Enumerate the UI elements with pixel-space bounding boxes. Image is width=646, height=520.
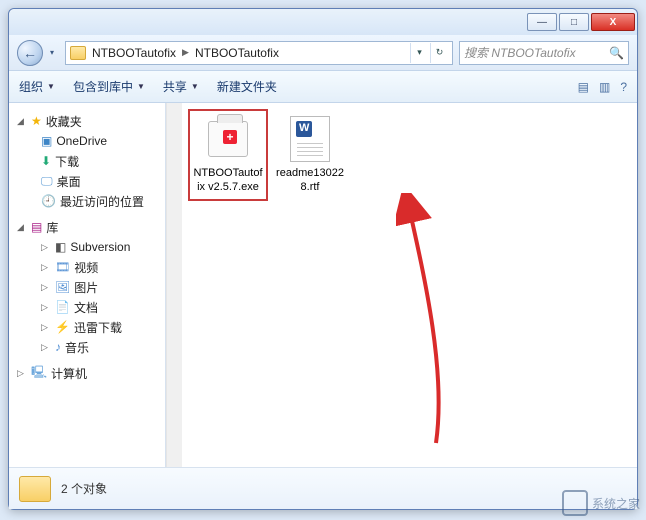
recent-icon: 🕘 bbox=[41, 194, 56, 208]
computer-icon: 🖳 bbox=[31, 363, 47, 384]
search-box[interactable]: 搜索 NTBOOTautofix 🔍 bbox=[459, 41, 629, 65]
chevron-down-icon: ▼ bbox=[191, 82, 199, 91]
onedrive-label: OneDrive bbox=[56, 134, 107, 148]
documents-label: 文档 bbox=[74, 299, 98, 316]
sidebar-music[interactable]: ▷ ♪ 音乐 bbox=[13, 337, 161, 357]
file-item-exe[interactable]: NTBOOTautofix v2.5.7.exe bbox=[190, 111, 266, 199]
status-folder-icon bbox=[19, 476, 51, 502]
organize-label: 组织 bbox=[19, 78, 43, 95]
nav-history-dropdown[interactable]: ▾ bbox=[45, 43, 59, 63]
exe-icon bbox=[204, 115, 252, 163]
subversion-label: Subversion bbox=[70, 240, 130, 254]
organize-menu[interactable]: 组织 ▼ bbox=[19, 78, 55, 95]
expand-icon[interactable]: ▷ bbox=[41, 342, 51, 353]
thunder-icon: ⚡ bbox=[55, 320, 70, 334]
sidebar-thunder[interactable]: ▷ ⚡ 迅雷下载 bbox=[13, 317, 161, 337]
rtf-icon bbox=[286, 115, 334, 163]
cloud-icon: ▣ bbox=[41, 134, 52, 148]
share-menu[interactable]: 共享 ▼ bbox=[163, 78, 199, 95]
new-folder-button[interactable]: 新建文件夹 bbox=[217, 78, 277, 95]
sidebar-downloads[interactable]: ⬇ 下载 bbox=[13, 151, 161, 171]
expand-icon[interactable]: ▷ bbox=[41, 242, 51, 253]
sidebar-libraries[interactable]: ◢ ▤ 库 bbox=[13, 217, 161, 237]
expand-icon[interactable]: ▷ bbox=[41, 282, 51, 293]
collapse-icon[interactable]: ◢ bbox=[17, 116, 27, 127]
chevron-down-icon: ▼ bbox=[47, 82, 55, 91]
toolbar: 组织 ▼ 包含到库中 ▼ 共享 ▼ 新建文件夹 ▤ ▥ ? bbox=[9, 71, 637, 103]
desktop-label: 桌面 bbox=[57, 173, 81, 190]
close-button[interactable]: X bbox=[591, 13, 635, 31]
address-row: ← ▾ NTBOOTautofix ▶ NTBOOTautofix ▾ ↻ 搜索… bbox=[9, 35, 637, 71]
status-bar: 2 个对象 bbox=[9, 467, 637, 509]
expand-icon[interactable]: ▷ bbox=[17, 368, 27, 379]
sidebar-pictures[interactable]: ▷ 🖼 图片 bbox=[13, 277, 161, 297]
search-placeholder: 搜索 NTBOOTautofix bbox=[464, 44, 605, 61]
include-label: 包含到库中 bbox=[73, 78, 133, 95]
file-label: NTBOOTautofix v2.5.7.exe bbox=[193, 167, 263, 195]
download-icon: ⬇ bbox=[41, 154, 51, 168]
music-label: 音乐 bbox=[65, 339, 89, 356]
help-button[interactable]: ? bbox=[620, 80, 627, 94]
file-item-rtf[interactable]: readme130228.rtf bbox=[272, 111, 348, 199]
expand-icon[interactable]: ▷ bbox=[41, 302, 51, 313]
titlebar: — □ X bbox=[9, 9, 637, 35]
computer-label: 计算机 bbox=[51, 365, 87, 382]
explorer-body: ◢ ★ 收藏夹 ▣ OneDrive ⬇ 下载 🖵 桌面 🕘 bbox=[9, 103, 637, 467]
sidebar-subversion[interactable]: ▷ ◧ Subversion bbox=[13, 237, 161, 257]
explorer-window: — □ X ← ▾ NTBOOTautofix ▶ NTBOOTautofix … bbox=[8, 8, 638, 510]
library-icon: ▤ bbox=[31, 220, 42, 234]
sidebar-computer[interactable]: ▷ 🖳 计算机 bbox=[13, 363, 161, 383]
preview-pane-button[interactable]: ▥ bbox=[599, 80, 610, 94]
breadcrumb-2[interactable]: NTBOOTautofix bbox=[195, 46, 279, 60]
include-in-library-menu[interactable]: 包含到库中 ▼ bbox=[73, 78, 145, 95]
desktop-icon: 🖵 bbox=[41, 174, 53, 189]
minimize-button[interactable]: — bbox=[527, 13, 557, 31]
sidebar-favorites[interactable]: ◢ ★ 收藏夹 bbox=[13, 111, 161, 131]
toolbar-right-icons: ▤ ▥ ? bbox=[578, 80, 627, 94]
video-icon: 🎞 bbox=[55, 260, 70, 274]
libraries-label: 库 bbox=[46, 219, 58, 236]
sidebar-onedrive[interactable]: ▣ OneDrive bbox=[13, 131, 161, 151]
maximize-button[interactable]: □ bbox=[559, 13, 589, 31]
expand-icon[interactable]: ▷ bbox=[41, 262, 51, 273]
star-icon: ★ bbox=[31, 114, 42, 128]
music-icon: ♪ bbox=[55, 340, 61, 354]
sidebar-recent[interactable]: 🕘 最近访问的位置 bbox=[13, 191, 161, 211]
collapse-icon[interactable]: ◢ bbox=[17, 222, 27, 233]
nav-sidebar: ◢ ★ 收藏夹 ▣ OneDrive ⬇ 下载 🖵 桌面 🕘 bbox=[9, 103, 166, 467]
image-icon: 🖼 bbox=[55, 280, 70, 294]
share-label: 共享 bbox=[163, 78, 187, 95]
search-icon[interactable]: 🔍 bbox=[609, 46, 624, 60]
new-folder-label: 新建文件夹 bbox=[217, 78, 277, 95]
subversion-icon: ◧ bbox=[55, 240, 66, 254]
file-label: readme130228.rtf bbox=[275, 167, 345, 195]
chevron-right-icon: ▶ bbox=[182, 47, 189, 58]
document-icon: 📄 bbox=[55, 300, 70, 314]
status-text: 2 个对象 bbox=[61, 480, 107, 497]
refresh-button[interactable]: ↻ bbox=[430, 43, 448, 63]
sidebar-documents[interactable]: ▷ 📄 文档 bbox=[13, 297, 161, 317]
expand-icon[interactable]: ▷ bbox=[41, 322, 51, 333]
recent-label: 最近访问的位置 bbox=[60, 193, 144, 210]
breadcrumb-1[interactable]: NTBOOTautofix bbox=[92, 46, 176, 60]
annotation-arrow bbox=[396, 193, 466, 453]
back-button[interactable]: ← bbox=[17, 40, 43, 66]
favorites-label: 收藏夹 bbox=[46, 113, 82, 130]
address-bar[interactable]: NTBOOTautofix ▶ NTBOOTautofix ▾ ↻ bbox=[65, 41, 453, 65]
file-pane[interactable]: NTBOOTautofix v2.5.7.exe readme130228.rt… bbox=[182, 103, 637, 467]
sidebar-desktop[interactable]: 🖵 桌面 bbox=[13, 171, 161, 191]
chevron-down-icon: ▼ bbox=[137, 82, 145, 91]
pictures-label: 图片 bbox=[74, 279, 98, 296]
nav-buttons: ← ▾ bbox=[17, 40, 59, 66]
window-controls: — □ X bbox=[527, 13, 635, 31]
sidebar-videos[interactable]: ▷ 🎞 视频 bbox=[13, 257, 161, 277]
folder-icon bbox=[70, 46, 86, 60]
nav-tree: ◢ ★ 收藏夹 ▣ OneDrive ⬇ 下载 🖵 桌面 🕘 bbox=[13, 111, 161, 383]
view-mode-button[interactable]: ▤ bbox=[578, 80, 589, 94]
downloads-label: 下载 bbox=[55, 153, 79, 170]
videos-label: 视频 bbox=[74, 259, 98, 276]
thunder-label: 迅雷下载 bbox=[74, 319, 122, 336]
address-dropdown[interactable]: ▾ bbox=[410, 43, 428, 63]
sidebar-scrollbar[interactable] bbox=[166, 103, 182, 467]
